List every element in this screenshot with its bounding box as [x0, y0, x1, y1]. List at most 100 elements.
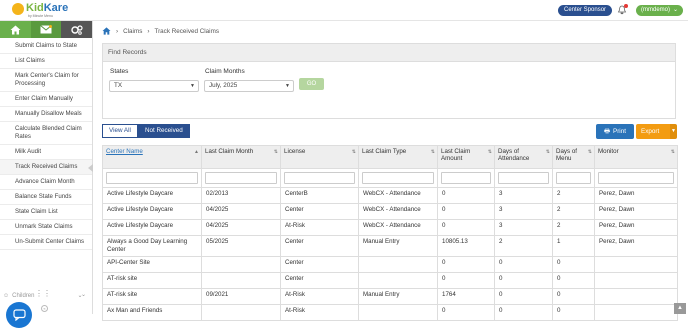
states-select[interactable]: TX ▼ [109, 80, 199, 92]
sidebar-item[interactable]: Balance State Funds [0, 190, 92, 205]
table-row[interactable]: Ax Man and Friends At-Risk 0 0 0 [102, 304, 678, 321]
sidebar-item[interactable]: Unmark State Claims [0, 220, 92, 235]
chevron-down-icon[interactable]: ⌄ [81, 291, 86, 298]
table-row[interactable]: Active Lifestyle Daycare 02/2013 CenterB We… [102, 187, 678, 204]
logo-name-b: Kare [43, 2, 69, 14]
chat-button[interactable] [6, 302, 32, 328]
export-dropdown-caret-icon[interactable]: ▼ [670, 124, 677, 139]
sidebar-item[interactable]: Submit Claims to State [0, 39, 92, 54]
table-cell [358, 304, 438, 321]
main-content: › Claims › Track Received Claims Find Re… [94, 21, 688, 321]
sort-icon[interactable]: ⇅ [352, 149, 356, 155]
table-row[interactable]: Always a Good Day Learning Center 05/2025… [102, 235, 678, 257]
breadcrumb-separator: › [116, 27, 119, 35]
notification-dot [624, 4, 628, 8]
sidebar-item[interactable]: State Claim List [0, 205, 92, 220]
table-cell: Active Lifestyle Daycare [102, 203, 202, 220]
table-cell: 0 [437, 304, 495, 321]
sidebar-item[interactable]: Enter Claim Manually [0, 92, 92, 107]
column-filter-input[interactable] [284, 172, 355, 184]
scroll-to-top-button[interactable]: ▲ [674, 303, 686, 314]
table-cell: Manual Entry [358, 235, 438, 257]
print-button[interactable]: 🖶 Print [596, 124, 634, 139]
column-filter-input[interactable] [205, 172, 277, 184]
caret-down-icon: ▼ [190, 83, 195, 89]
user-menu-button[interactable]: (mmdemo) ⌄ [636, 5, 684, 16]
column-header[interactable]: Days of Menu ⇅ [552, 145, 595, 169]
sidebar-item[interactable]: Milk Audit [0, 145, 92, 160]
sort-icon[interactable]: ▲ [194, 149, 199, 155]
table-cell: 0 [437, 272, 495, 289]
claim-months-select[interactable]: July, 2025 ▼ [204, 80, 294, 92]
column-header[interactable]: Days of Attendance ⇅ [494, 145, 553, 169]
go-button[interactable]: GO [299, 78, 324, 90]
column-header[interactable]: Last Claim Type ⇅ [358, 145, 438, 169]
column-filter-input[interactable] [441, 172, 491, 184]
column-header[interactable]: Last Claim Amount ⇅ [437, 145, 495, 169]
claims-table: Center Name ▲ Last Claim Month ⇅ License ⇅ Las… [102, 145, 678, 321]
messages-tab[interactable] [30, 21, 62, 38]
table-cell: AT-risk site [102, 272, 202, 289]
filter-cell [358, 168, 438, 188]
grid-icon[interactable]: ⋮⋮ [35, 289, 51, 298]
sidebar-item[interactable]: Calculate Blended Claim Rates [0, 122, 92, 145]
column-filter-input[interactable] [362, 172, 434, 184]
table-cell [594, 288, 678, 305]
table-cell: WebCX - Attendance [358, 187, 438, 204]
table-row[interactable]: API-Center Site Center 0 0 0 [102, 256, 678, 273]
home-icon[interactable] [102, 27, 111, 35]
table-cell: Manual Entry [358, 288, 438, 305]
column-header[interactable]: Last Claim Month ⇅ [201, 145, 281, 169]
logo-name-a: Kid [26, 2, 44, 14]
sort-icon[interactable]: ⇅ [588, 149, 592, 155]
sidebar-item[interactable]: List Claims [0, 54, 92, 69]
export-button[interactable]: Export [636, 124, 670, 139]
sort-icon[interactable]: ⇅ [274, 149, 278, 155]
table-cell: 09/2021 [201, 288, 281, 305]
table-row[interactable]: Active Lifestyle Daycare 04/2025 At-Risk We… [102, 219, 678, 236]
table-cell: Active Lifestyle Daycare [102, 219, 202, 236]
table-cell: 1764 [437, 288, 495, 305]
column-filter-input[interactable] [106, 172, 198, 184]
table-cell [594, 256, 678, 273]
table-row[interactable]: Active Lifestyle Daycare 04/2025 Center Web… [102, 203, 678, 220]
sidebar-item[interactable]: Mark Center's Claim for Processing [0, 69, 92, 92]
kidkare-logo[interactable]: KidKare by Minute Menu [12, 2, 69, 18]
table-cell: Center [280, 256, 359, 273]
logo-tagline: by Minute Menu [28, 14, 53, 18]
table-cell: 0 [437, 203, 495, 220]
column-header[interactable]: License ⇅ [280, 145, 359, 169]
breadcrumb-claims[interactable]: Claims [123, 28, 142, 35]
column-filter-input[interactable] [498, 172, 549, 184]
center-sponsor-button[interactable]: Center Sponsor [558, 5, 613, 16]
sort-icon[interactable]: ⇅ [488, 149, 492, 155]
column-header[interactable]: Monitor ⇅ [594, 145, 678, 169]
print-label: Print [613, 128, 626, 135]
children-icon: ☺ [3, 292, 10, 299]
sort-icon[interactable]: ⇅ [546, 149, 550, 155]
collapse-sidebar-icon[interactable]: « [41, 305, 48, 312]
table-row[interactable]: AT-risk site 09/2021 At-Risk Manual Entry 17… [102, 288, 678, 305]
not-received-button[interactable]: Not Received [137, 124, 190, 138]
settings-tab[interactable] [61, 21, 93, 38]
column-header[interactable]: Center Name ▲ [102, 145, 202, 169]
sidebar-item[interactable]: Track Received Claims [0, 160, 93, 175]
table-row[interactable]: AT-risk site Center 0 0 0 [102, 272, 678, 289]
sort-icon[interactable]: ⇅ [671, 149, 675, 155]
view-all-button[interactable]: View All [102, 124, 138, 138]
column-header-label: Last Claim Type [362, 148, 407, 155]
home-tab[interactable] [0, 21, 31, 38]
filter-cell [280, 168, 359, 188]
sidebar-item[interactable]: Un-Submit Center Claims [0, 235, 92, 250]
column-header-label: Days of Menu [556, 148, 577, 162]
column-filter-input[interactable] [598, 172, 674, 184]
sidebar-item[interactable]: Manually Disallow Meals [0, 107, 92, 122]
user-label: (mmdemo) [641, 7, 671, 13]
sort-icon[interactable]: ⇅ [431, 149, 435, 155]
caret-down-icon: ▼ [285, 83, 290, 89]
sidebar-item[interactable]: Advance Claim Month [0, 175, 92, 190]
printer-icon: 🖶 [604, 128, 610, 135]
column-filter-input[interactable] [556, 172, 591, 184]
notification-bell-icon[interactable] [617, 4, 628, 15]
column-header-label: Days of Attendance [498, 148, 530, 162]
